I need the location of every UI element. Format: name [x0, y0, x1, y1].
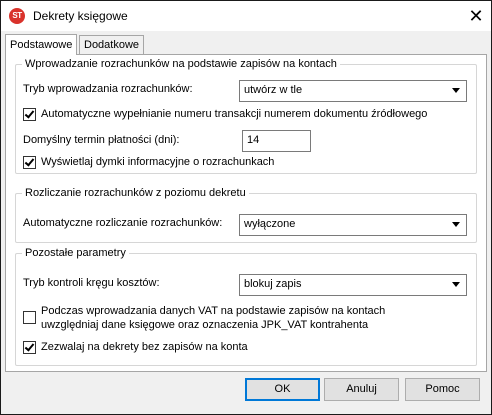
- auto-fill-checkbox[interactable]: [23, 108, 36, 121]
- checkmark-icon: [24, 108, 35, 119]
- tab-panel-podstawowe: Wprowadzanie rozrachunków na podstawie z…: [5, 54, 487, 372]
- entry-mode-value: utwórz w tle: [244, 84, 303, 96]
- allow-decree-label: Zezwalaj na dekrety bez zapisów na konta: [41, 341, 248, 353]
- tooltips-checkbox[interactable]: [23, 156, 36, 169]
- app-logo-icon: ST: [9, 8, 25, 24]
- tab-podstawowe[interactable]: Podstawowe: [5, 34, 78, 55]
- due-days-input[interactable]: 14: [242, 130, 311, 152]
- cancel-button[interactable]: Anuluj: [324, 378, 399, 401]
- due-days-value: 14: [247, 134, 260, 146]
- auto-settle-label: Automatyczne rozliczanie rozrachunków:: [23, 217, 223, 229]
- chevron-down-icon: [452, 282, 460, 287]
- entry-mode-select[interactable]: utwórz w tle: [239, 80, 467, 102]
- checkmark-icon: [24, 341, 35, 352]
- allow-decree-checkbox[interactable]: [23, 341, 36, 354]
- title-bar: ST Dekrety księgowe ✕: [1, 1, 491, 31]
- vat-label-line2: uwzględniaj dane księgowe oraz oznaczeni…: [41, 319, 369, 331]
- due-days-label: Domyślny termin płatności (dni):: [23, 134, 180, 146]
- ok-button[interactable]: OK: [245, 378, 320, 401]
- auto-settle-value: wyłączone: [244, 218, 296, 230]
- chevron-down-icon: [452, 222, 460, 227]
- cost-control-select[interactable]: blokuj zapis: [239, 274, 467, 296]
- checkmark-icon: [24, 156, 35, 167]
- auto-fill-label: Automatyczne wypełnianie numeru transakc…: [41, 108, 428, 120]
- vat-label-line1: Podczas wprowadzania danych VAT na podst…: [41, 305, 386, 317]
- group-other-params-title: Pozostałe parametry: [25, 247, 126, 259]
- cost-control-label: Tryb kontroli kręgu kosztów:: [23, 277, 160, 289]
- group-settle-from-decree-title: Rozliczanie rozrachunków z poziomu dekre…: [25, 187, 246, 199]
- help-button[interactable]: Pomoc: [405, 378, 480, 401]
- entry-mode-label: Tryb wprowadzania rozrachunków:: [23, 83, 193, 95]
- tooltips-label: Wyświetlaj dymki informacyjne o rozrachu…: [41, 156, 275, 168]
- cost-control-value: blokuj zapis: [244, 278, 302, 290]
- auto-settle-select[interactable]: wyłączone: [239, 214, 467, 236]
- tab-dodatkowe[interactable]: Dodatkowe: [79, 35, 145, 54]
- vat-checkbox[interactable]: [23, 311, 36, 324]
- chevron-down-icon: [452, 88, 460, 93]
- close-button[interactable]: ✕: [461, 1, 491, 31]
- group-settlement-entry-title: Wprowadzanie rozrachunków na podstawie z…: [25, 58, 337, 70]
- dialog-window: ST Dekrety księgowe ✕ Podstawowe Dodatko…: [0, 0, 492, 415]
- window-title: Dekrety księgowe: [33, 9, 128, 23]
